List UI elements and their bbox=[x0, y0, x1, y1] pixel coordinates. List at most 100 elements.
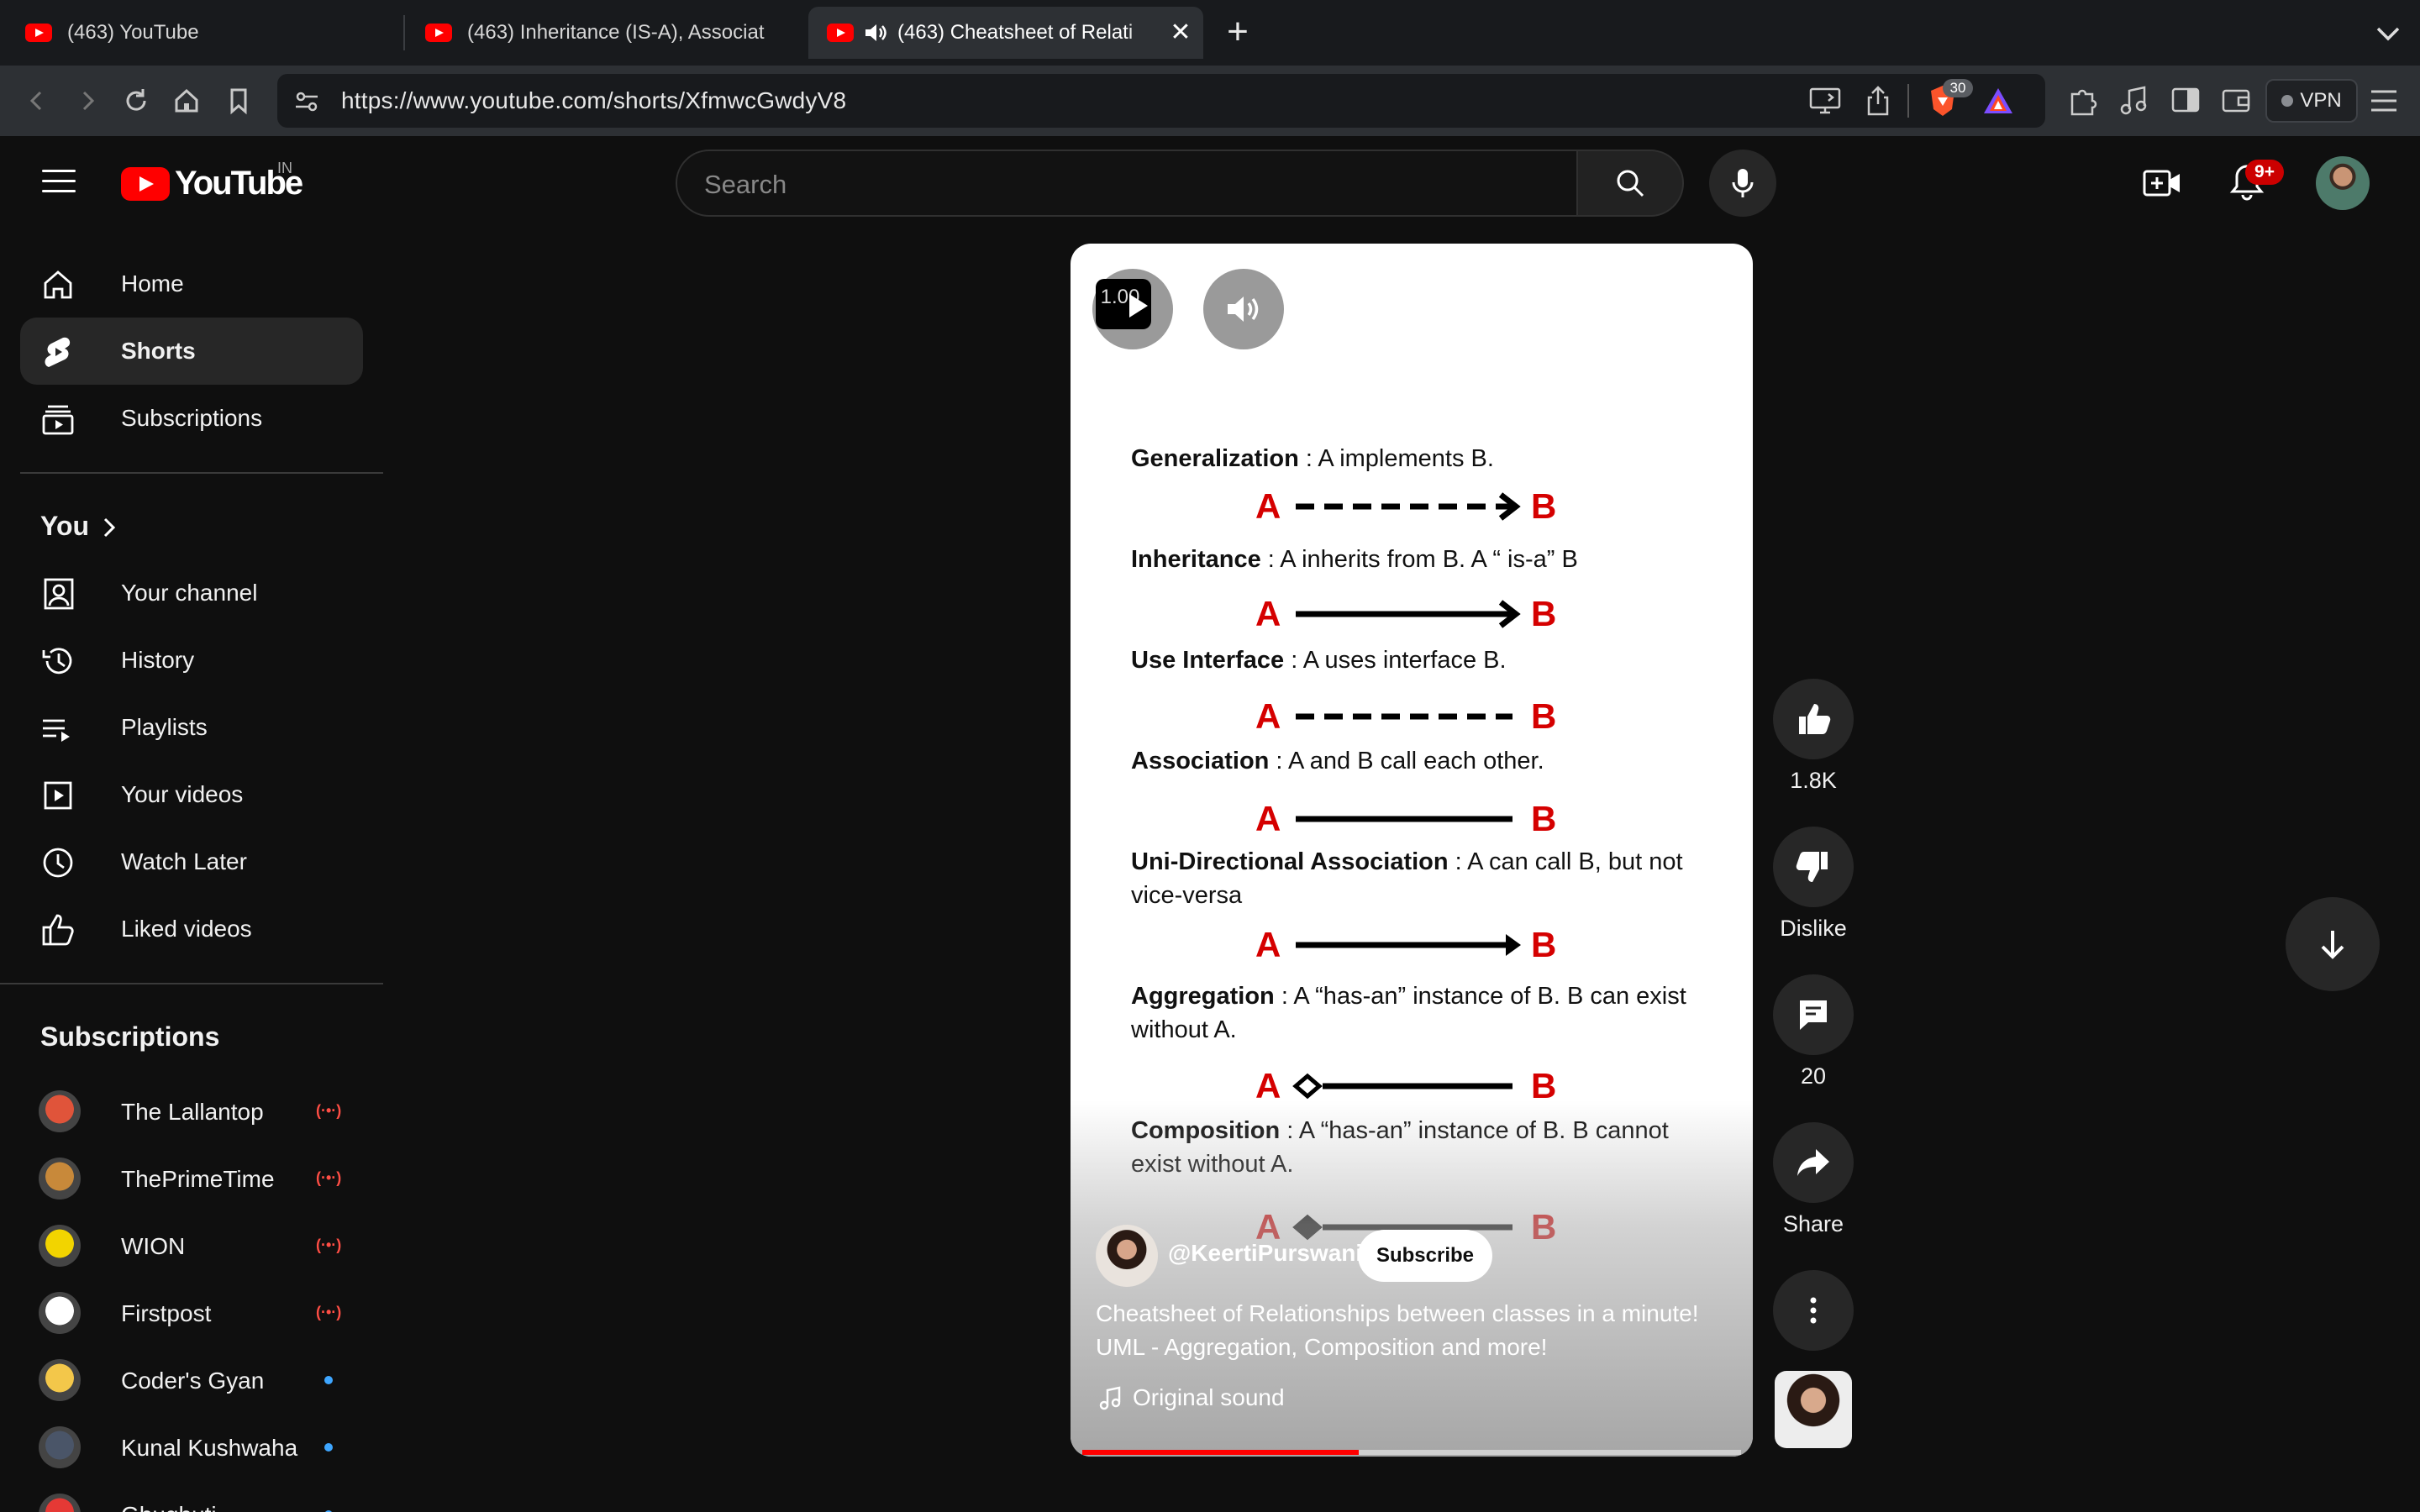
like-button[interactable] bbox=[1773, 679, 1854, 759]
address-bar[interactable]: https://www.youtube.com/shorts/XfmwcGwdy… bbox=[277, 74, 2045, 128]
relationship-diagram: AB bbox=[1255, 798, 1608, 840]
home-button[interactable] bbox=[168, 82, 205, 119]
browser-tab-inheritance[interactable]: (463) Inheritance (IS-A), Associat bbox=[425, 7, 786, 59]
bookmark-icon bbox=[230, 88, 247, 115]
youtube-play-logo-icon bbox=[121, 166, 170, 201]
progress-bar[interactable] bbox=[1082, 1450, 1741, 1455]
youtube-favicon-icon bbox=[25, 24, 52, 42]
relationship-diagram: AB bbox=[1255, 593, 1608, 635]
share-button[interactable] bbox=[1773, 1122, 1854, 1203]
media-icon[interactable] bbox=[2119, 84, 2149, 118]
relationship-description: Inheritance : A inherits from B. A “ is-… bbox=[1131, 543, 1719, 576]
shorts-player[interactable]: 1.00 Generalization : A implements B. A B I… bbox=[1071, 244, 1753, 1457]
create-video-icon[interactable] bbox=[2143, 166, 2181, 200]
audio-remix-thumbnail[interactable] bbox=[1775, 1371, 1852, 1448]
sidebar-item-your-channel[interactable]: Your channel bbox=[20, 559, 363, 627]
like-count: 1.8K bbox=[1790, 768, 1837, 793]
sidebar-toggle-icon[interactable] bbox=[2170, 84, 2202, 116]
class-b-label: B bbox=[1531, 925, 1557, 964]
volume-button[interactable] bbox=[1203, 269, 1284, 349]
home-icon bbox=[44, 270, 72, 299]
subscriptions-icon bbox=[42, 405, 74, 435]
sidebar-item-shorts[interactable]: Shorts bbox=[20, 318, 363, 385]
channel-avatar bbox=[39, 1426, 81, 1468]
vpn-label: VPN bbox=[2300, 89, 2342, 112]
subscription-item[interactable]: WION (·•·) bbox=[20, 1211, 363, 1278]
brave-rewards-icon[interactable] bbox=[1981, 86, 2015, 116]
sidebar-item-label: Watch Later bbox=[121, 848, 247, 874]
original-sound-link[interactable]: Original sound bbox=[1099, 1384, 1285, 1411]
sidebar-item-history[interactable]: History bbox=[20, 627, 363, 694]
your-videos-icon bbox=[44, 781, 72, 810]
you-section-title: You bbox=[40, 511, 90, 541]
sidebar-item-watch-later[interactable]: Watch Later bbox=[20, 828, 363, 895]
site-settings-icon[interactable] bbox=[292, 87, 321, 116]
new-tab-button[interactable]: + bbox=[1220, 13, 1255, 50]
relationship-diagram: AB bbox=[1255, 696, 1608, 738]
subscribe-button[interactable]: Subscribe bbox=[1358, 1230, 1492, 1282]
account-avatar[interactable] bbox=[2316, 156, 2370, 210]
channel-avatar[interactable] bbox=[1096, 1225, 1158, 1287]
subscription-item[interactable]: The Lallantop (·•·) bbox=[20, 1077, 363, 1144]
back-button[interactable] bbox=[18, 82, 55, 119]
subscription-item[interactable]: ThePrimeTime (·•·) bbox=[20, 1144, 363, 1211]
relationship-desc: : A and B call each other. bbox=[1269, 748, 1544, 774]
sidebar: Home Shorts Subscriptions You Your chann… bbox=[0, 230, 403, 1512]
sidebar-item-subscriptions[interactable]: Subscriptions bbox=[20, 385, 363, 452]
history-icon bbox=[42, 648, 72, 675]
channel-name[interactable]: @KeertiPurswani bbox=[1168, 1240, 1362, 1267]
subscription-name: The Lallantop bbox=[121, 1099, 264, 1125]
cast-icon[interactable] bbox=[1808, 86, 1842, 116]
subscription-item[interactable]: Ghughuti bbox=[20, 1480, 363, 1512]
tab-list-chevron-icon[interactable] bbox=[2371, 18, 2405, 49]
tab-title: (463) YouTube bbox=[67, 21, 199, 44]
shorts-icon bbox=[45, 337, 71, 367]
subscription-item[interactable]: Firstpost (·•·) bbox=[20, 1278, 363, 1346]
sound-label: Original sound bbox=[1133, 1384, 1285, 1410]
short-title[interactable]: Cheatsheet of Relationships between clas… bbox=[1096, 1297, 1734, 1364]
extensions-icon[interactable] bbox=[2067, 84, 2099, 118]
playback-speed-badge[interactable]: 1.00 bbox=[1096, 279, 1151, 329]
subscription-item[interactable]: Coder's Gyan bbox=[20, 1346, 363, 1413]
live-indicator-icon: (·•·) bbox=[316, 1169, 342, 1186]
dislike-button[interactable] bbox=[1773, 827, 1854, 907]
notification-badge: 9+ bbox=[2245, 160, 2284, 185]
browser-menu-icon[interactable] bbox=[2368, 87, 2400, 114]
sidebar-you-header[interactable]: You bbox=[20, 492, 363, 559]
bookmark-button[interactable] bbox=[220, 82, 257, 119]
share-page-icon[interactable] bbox=[1864, 84, 1892, 118]
wallet-icon[interactable] bbox=[2220, 84, 2252, 116]
country-code: IN bbox=[277, 160, 292, 176]
next-short-button[interactable] bbox=[2286, 897, 2380, 991]
sidebar-item-your-videos[interactable]: Your videos bbox=[20, 761, 363, 828]
sidebar-item-liked-videos[interactable]: Liked videos bbox=[20, 895, 363, 963]
subscription-item[interactable]: Kunal Kushwaha bbox=[20, 1413, 363, 1480]
reload-button[interactable] bbox=[118, 82, 155, 119]
tab-separator bbox=[403, 15, 405, 50]
relationship-description: Generalization : A implements B. bbox=[1131, 442, 1719, 475]
forward-button[interactable] bbox=[69, 82, 106, 119]
relationship-desc: : A uses interface B. bbox=[1284, 647, 1507, 674]
guide-menu-icon[interactable] bbox=[42, 170, 76, 195]
search-input[interactable]: Search bbox=[676, 150, 1578, 217]
live-indicator-icon: (·•·) bbox=[316, 1102, 342, 1119]
relationship-description: Association : A and B call each other. bbox=[1131, 744, 1719, 778]
speed-label: 1.00 bbox=[1100, 286, 1140, 308]
class-a-label: A bbox=[1255, 696, 1281, 736]
browser-tab-cheatsheet[interactable]: (463) Cheatsheet of Relati bbox=[808, 7, 1203, 59]
vpn-button[interactable]: VPN bbox=[2265, 79, 2358, 123]
comments-button[interactable] bbox=[1773, 974, 1854, 1055]
sidebar-item-label: Home bbox=[121, 270, 184, 297]
close-tab-icon[interactable]: ✕ bbox=[1166, 18, 1195, 47]
browser-tab-youtube[interactable]: (463) YouTube bbox=[25, 7, 395, 59]
relationship-connector bbox=[1296, 600, 1521, 628]
youtube-logo[interactable]: YouTube IN bbox=[121, 160, 303, 202]
search-button[interactable] bbox=[1576, 150, 1684, 217]
sidebar-item-playlists[interactable]: Playlists bbox=[20, 694, 363, 761]
more-actions-button[interactable] bbox=[1773, 1270, 1854, 1351]
dislike-label: Dislike bbox=[1780, 916, 1847, 941]
vpn-status-dot bbox=[2281, 95, 2294, 107]
sidebar-item-label: Playlists bbox=[121, 714, 208, 740]
voice-search-button[interactable] bbox=[1709, 150, 1776, 217]
sidebar-item-home[interactable]: Home bbox=[20, 250, 363, 318]
